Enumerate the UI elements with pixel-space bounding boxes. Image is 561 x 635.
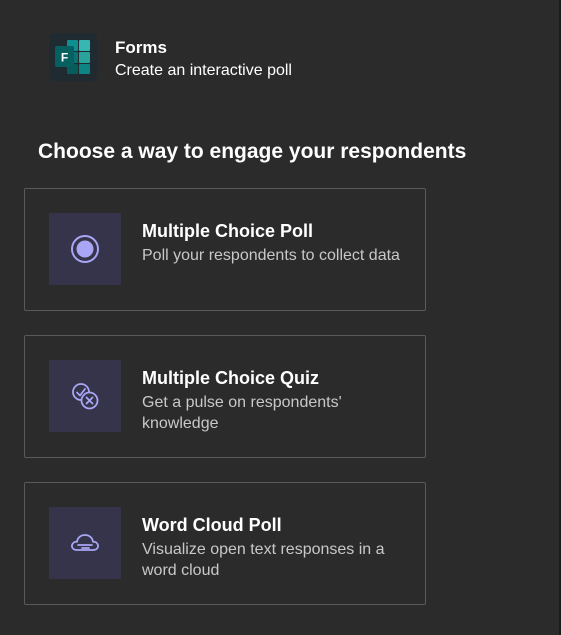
- word-cloud-icon: [71, 534, 99, 551]
- option-card-multiple-choice-quiz[interactable]: Multiple Choice Quiz Get a pulse on resp…: [24, 335, 426, 458]
- section-heading: Choose a way to engage your respondents: [38, 140, 467, 163]
- option-card-word-cloud-poll[interactable]: Word Cloud Poll Visualize open text resp…: [24, 482, 426, 605]
- forms-logo-icon: F: [49, 33, 97, 81]
- option-icon-tile: [49, 213, 121, 285]
- app-header: F Forms Create an interactive poll: [49, 33, 529, 83]
- option-icon-tile: [49, 507, 121, 579]
- app-subtitle: Create an interactive poll: [115, 62, 292, 79]
- option-description: Poll your respondents to collect data: [142, 247, 400, 264]
- option-title: Word Cloud Poll: [142, 515, 282, 535]
- forms-logo-letter: F: [61, 51, 68, 65]
- option-title: Multiple Choice Quiz: [142, 368, 320, 388]
- option-description: Visualize open text responses in a word …: [142, 541, 385, 579]
- check-cross-icon: [72, 383, 99, 410]
- option-icon-tile: [49, 360, 121, 432]
- option-card-multiple-choice-poll[interactable]: Multiple Choice Poll Poll your responden…: [24, 188, 426, 311]
- option-description: Get a pulse on respondents' knowledge: [142, 394, 342, 432]
- radio-button-icon: [71, 235, 99, 263]
- app-name: Forms: [115, 38, 167, 57]
- option-title: Multiple Choice Poll: [142, 221, 314, 241]
